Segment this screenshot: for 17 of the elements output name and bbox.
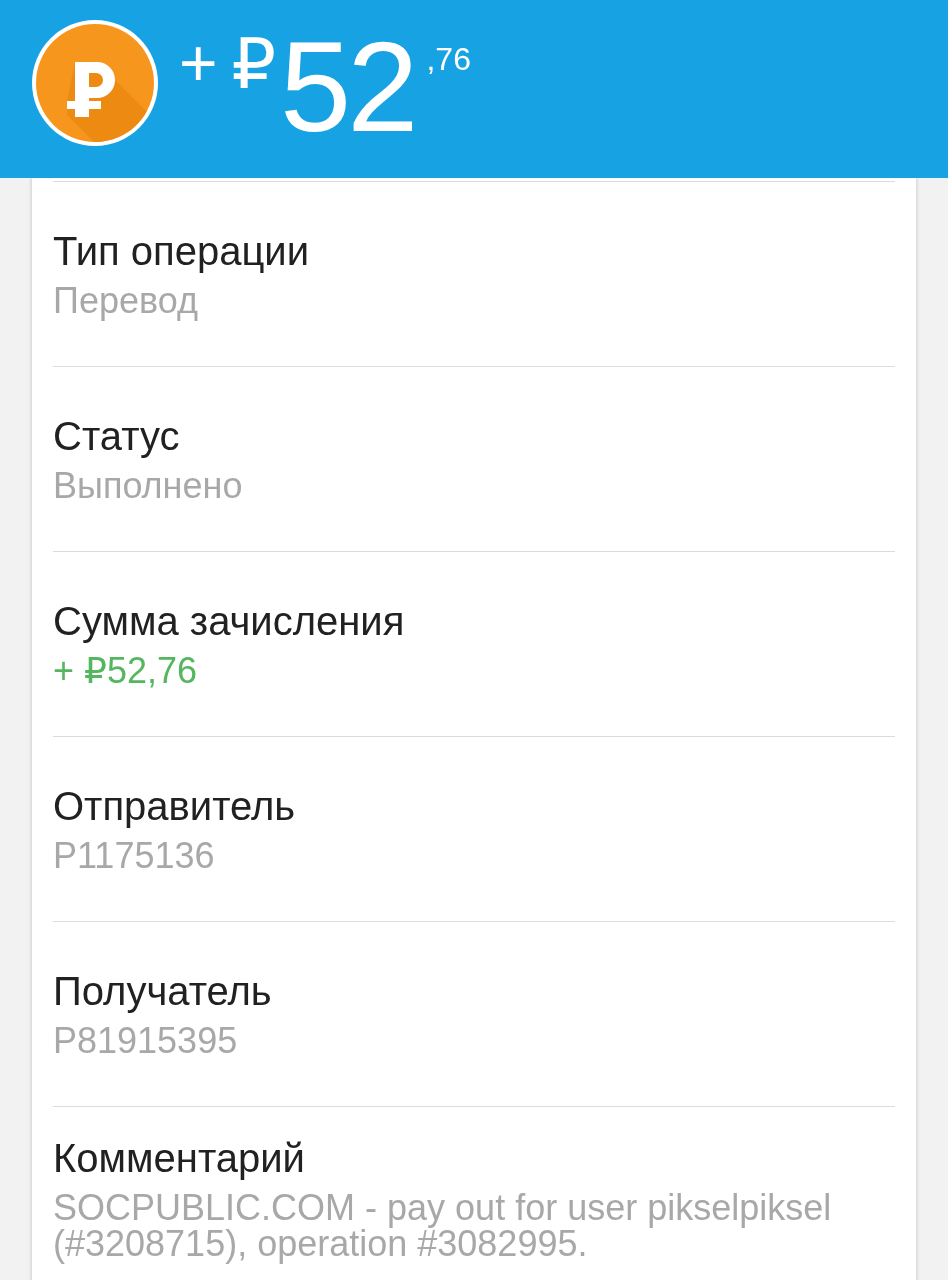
field-label: Сумма зачисления — [53, 599, 406, 643]
plus-sign: + — [179, 30, 218, 96]
ruble-coin-icon — [31, 19, 159, 147]
field-label: Статус — [53, 414, 181, 458]
field-value: P1175136 — [53, 838, 216, 874]
field-value: Выполнено — [53, 468, 244, 504]
field-label: Тип операции — [53, 229, 311, 273]
field-label: Комментарий — [53, 1136, 306, 1180]
field-value: + ₽52,76 — [53, 653, 199, 689]
field-label: Отправитель — [53, 784, 297, 828]
amount-integer: 52 — [280, 23, 415, 151]
field-value: P81915395 — [53, 1023, 239, 1059]
currency-symbol: ₽ — [231, 29, 277, 99]
field-value: SOCPUBLIC.COM - pay out for user pikselpiksel (#3208715), operation #3082995. — [53, 1190, 833, 1262]
field-value: Перевод — [53, 283, 199, 319]
amount-fraction: ,76 — [426, 43, 471, 75]
field-label: Получатель — [53, 969, 273, 1013]
